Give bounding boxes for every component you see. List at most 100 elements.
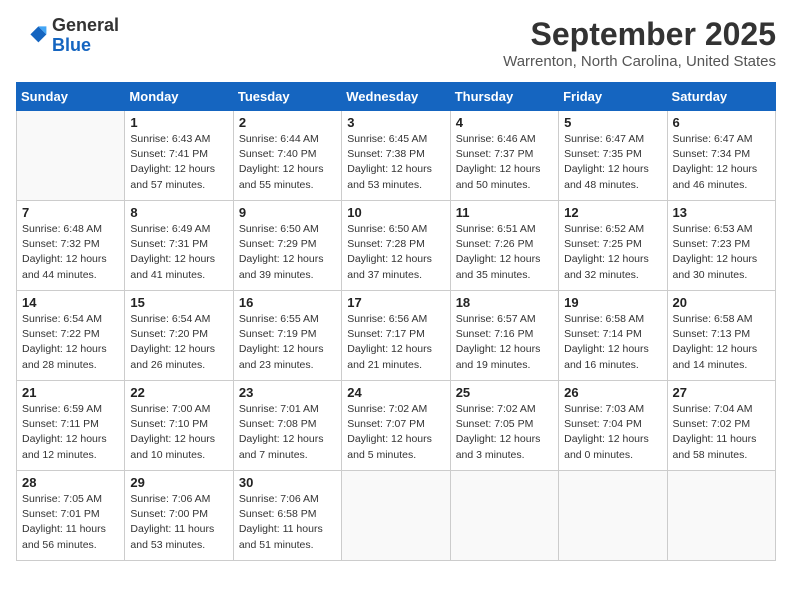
day-info: Sunrise: 6:49 AMSunset: 7:31 PMDaylight:…: [130, 222, 227, 283]
page-header: General Blue September 2025 Warrenton, N…: [16, 16, 776, 70]
day-number: 5: [564, 115, 661, 130]
weekday-header: Friday: [559, 83, 667, 111]
week-row: 28 Sunrise: 7:05 AMSunset: 7:01 PMDayligh…: [17, 471, 776, 561]
weekday-header: Saturday: [667, 83, 775, 111]
calendar-cell: 23 Sunrise: 7:01 AMSunset: 7:08 PMDayligh…: [233, 381, 341, 471]
day-number: 14: [22, 295, 119, 310]
calendar-cell: [17, 111, 125, 201]
day-info: Sunrise: 6:59 AMSunset: 7:11 PMDaylight:…: [22, 402, 119, 463]
day-info: Sunrise: 6:46 AMSunset: 7:37 PMDaylight:…: [456, 132, 553, 193]
day-info: Sunrise: 6:44 AMSunset: 7:40 PMDaylight:…: [239, 132, 336, 193]
day-info: Sunrise: 7:03 AMSunset: 7:04 PMDaylight:…: [564, 402, 661, 463]
weekday-header: Sunday: [17, 83, 125, 111]
day-info: Sunrise: 6:54 AMSunset: 7:22 PMDaylight:…: [22, 312, 119, 373]
weekday-header: Wednesday: [342, 83, 450, 111]
calendar-cell: 2 Sunrise: 6:44 AMSunset: 7:40 PMDaylight…: [233, 111, 341, 201]
calendar-cell: [559, 471, 667, 561]
week-row: 14 Sunrise: 6:54 AMSunset: 7:22 PMDayligh…: [17, 291, 776, 381]
weekday-header: Monday: [125, 83, 233, 111]
calendar-cell: 30Sunrise: 7:06 AMSunset: 6:58 PMDayligh…: [233, 471, 341, 561]
calendar-cell: 14 Sunrise: 6:54 AMSunset: 7:22 PMDayligh…: [17, 291, 125, 381]
day-number: 22: [130, 385, 227, 400]
calendar-cell: [450, 471, 558, 561]
day-info: Sunrise: 7:06 AMSunset: 7:00 PMDaylight:…: [130, 492, 227, 553]
logo-blue: Blue: [52, 35, 91, 55]
calendar-cell: 29 Sunrise: 7:06 AMSunset: 7:00 PMDayligh…: [125, 471, 233, 561]
day-number: 25: [456, 385, 553, 400]
calendar-cell: 10Sunrise: 6:50 AMSunset: 7:28 PMDayligh…: [342, 201, 450, 291]
calendar-cell: 21 Sunrise: 6:59 AMSunset: 7:11 PMDayligh…: [17, 381, 125, 471]
calendar-cell: 1 Sunrise: 6:43 AMSunset: 7:41 PMDaylight…: [125, 111, 233, 201]
day-number: 7: [22, 205, 119, 220]
week-row: 21 Sunrise: 6:59 AMSunset: 7:11 PMDayligh…: [17, 381, 776, 471]
calendar-cell: 17 Sunrise: 6:56 AMSunset: 7:17 PMDayligh…: [342, 291, 450, 381]
day-number: 11: [456, 205, 553, 220]
calendar-cell: 22 Sunrise: 7:00 AMSunset: 7:10 PMDayligh…: [125, 381, 233, 471]
day-info: Sunrise: 7:02 AMSunset: 7:05 PMDaylight:…: [456, 402, 553, 463]
day-info: Sunrise: 6:54 AMSunset: 7:20 PMDaylight:…: [130, 312, 227, 373]
weekday-header: Tuesday: [233, 83, 341, 111]
calendar-cell: 25 Sunrise: 7:02 AMSunset: 7:05 PMDayligh…: [450, 381, 558, 471]
day-info: Sunrise: 6:57 AMSunset: 7:16 PMDaylight:…: [456, 312, 553, 373]
day-info: Sunrise: 6:52 AMSunset: 7:25 PMDaylight:…: [564, 222, 661, 283]
calendar-cell: 11 Sunrise: 6:51 AMSunset: 7:26 PMDayligh…: [450, 201, 558, 291]
calendar-cell: 4Sunrise: 6:46 AMSunset: 7:37 PMDaylight…: [450, 111, 558, 201]
day-info: Sunrise: 7:06 AMSunset: 6:58 PMDaylight:…: [239, 492, 336, 553]
day-number: 9: [239, 205, 336, 220]
day-number: 6: [673, 115, 770, 130]
calendar-cell: 20 Sunrise: 6:58 AMSunset: 7:13 PMDayligh…: [667, 291, 775, 381]
day-info: Sunrise: 6:56 AMSunset: 7:17 PMDaylight:…: [347, 312, 444, 373]
logo-text: General Blue: [52, 16, 119, 56]
day-info: Sunrise: 6:58 AMSunset: 7:14 PMDaylight:…: [564, 312, 661, 373]
day-info: Sunrise: 6:51 AMSunset: 7:26 PMDaylight:…: [456, 222, 553, 283]
day-info: Sunrise: 6:50 AMSunset: 7:29 PMDaylight:…: [239, 222, 336, 283]
day-number: 12: [564, 205, 661, 220]
day-number: 23: [239, 385, 336, 400]
day-number: 13: [673, 205, 770, 220]
day-info: Sunrise: 7:00 AMSunset: 7:10 PMDaylight:…: [130, 402, 227, 463]
day-number: 15: [130, 295, 227, 310]
week-row: 1 Sunrise: 6:43 AMSunset: 7:41 PMDaylight…: [17, 111, 776, 201]
day-number: 21: [22, 385, 119, 400]
day-info: Sunrise: 7:01 AMSunset: 7:08 PMDaylight:…: [239, 402, 336, 463]
logo-general: General: [52, 15, 119, 35]
day-number: 8: [130, 205, 227, 220]
day-number: 20: [673, 295, 770, 310]
calendar-cell: 18 Sunrise: 6:57 AMSunset: 7:16 PMDayligh…: [450, 291, 558, 381]
calendar-cell: [342, 471, 450, 561]
calendar-cell: 28 Sunrise: 7:05 AMSunset: 7:01 PMDayligh…: [17, 471, 125, 561]
day-info: Sunrise: 6:58 AMSunset: 7:13 PMDaylight:…: [673, 312, 770, 373]
month-title: September 2025: [503, 16, 776, 53]
calendar-cell: 27Sunrise: 7:04 AMSunset: 7:02 PMDayligh…: [667, 381, 775, 471]
day-number: 3: [347, 115, 444, 130]
day-info: Sunrise: 6:47 AMSunset: 7:35 PMDaylight:…: [564, 132, 661, 193]
title-block: September 2025 Warrenton, North Carolina…: [503, 16, 776, 70]
day-number: 28: [22, 475, 119, 490]
day-info: Sunrise: 6:47 AMSunset: 7:34 PMDaylight:…: [673, 132, 770, 193]
day-number: 2: [239, 115, 336, 130]
day-number: 18: [456, 295, 553, 310]
calendar-header-row: SundayMondayTuesdayWednesdayThursdayFrid…: [17, 83, 776, 111]
day-info: Sunrise: 6:55 AMSunset: 7:19 PMDaylight:…: [239, 312, 336, 373]
day-info: Sunrise: 6:53 AMSunset: 7:23 PMDaylight:…: [673, 222, 770, 283]
calendar-cell: 8 Sunrise: 6:49 AMSunset: 7:31 PMDaylight…: [125, 201, 233, 291]
calendar-cell: 12 Sunrise: 6:52 AMSunset: 7:25 PMDayligh…: [559, 201, 667, 291]
day-info: Sunrise: 6:50 AMSunset: 7:28 PMDaylight:…: [347, 222, 444, 283]
calendar-cell: 7Sunrise: 6:48 AMSunset: 7:32 PMDaylight…: [17, 201, 125, 291]
calendar-cell: 19Sunrise: 6:58 AMSunset: 7:14 PMDayligh…: [559, 291, 667, 381]
calendar-cell: 5 Sunrise: 6:47 AMSunset: 7:35 PMDaylight…: [559, 111, 667, 201]
day-number: 24: [347, 385, 444, 400]
day-number: 16: [239, 295, 336, 310]
day-info: Sunrise: 7:05 AMSunset: 7:01 PMDaylight:…: [22, 492, 119, 553]
calendar-cell: 9 Sunrise: 6:50 AMSunset: 7:29 PMDaylight…: [233, 201, 341, 291]
calendar-cell: [667, 471, 775, 561]
calendar-cell: 26Sunrise: 7:03 AMSunset: 7:04 PMDayligh…: [559, 381, 667, 471]
logo: General Blue: [16, 16, 119, 56]
day-number: 1: [130, 115, 227, 130]
day-number: 29: [130, 475, 227, 490]
day-number: 27: [673, 385, 770, 400]
day-info: Sunrise: 6:43 AMSunset: 7:41 PMDaylight:…: [130, 132, 227, 193]
calendar-cell: 3Sunrise: 6:45 AMSunset: 7:38 PMDaylight…: [342, 111, 450, 201]
weekday-header: Thursday: [450, 83, 558, 111]
day-number: 17: [347, 295, 444, 310]
